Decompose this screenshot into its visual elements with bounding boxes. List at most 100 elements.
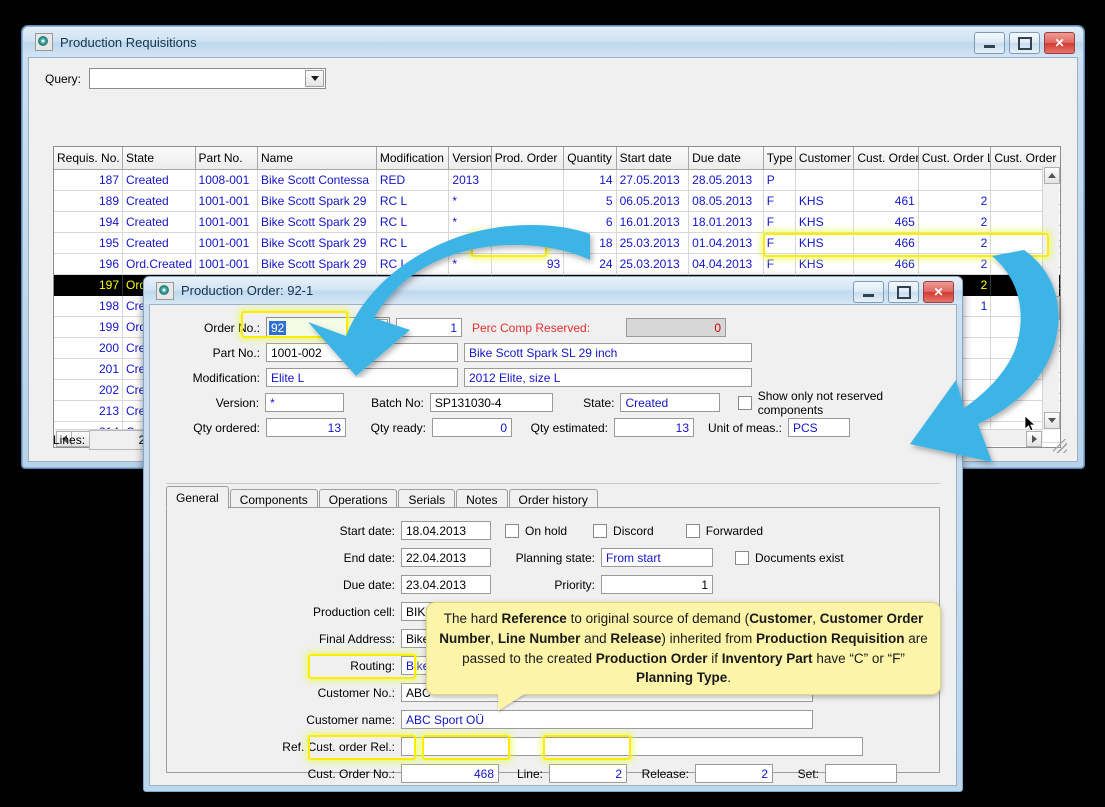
due-date-field[interactable]: 23.04.2013 (401, 575, 491, 594)
unit-of-meas-field[interactable]: PCS (788, 418, 850, 437)
column-header-quantity[interactable]: Quantity (563, 147, 617, 170)
cell-requis: 195 (54, 232, 123, 254)
column-header-state[interactable]: State (122, 147, 196, 170)
cell-prod-order (491, 211, 565, 233)
query-combobox[interactable] (89, 68, 327, 89)
sub-order-field[interactable]: 1 (396, 318, 462, 337)
cell-cust-order-l: 2 (918, 253, 992, 275)
dialog-titlebar[interactable]: Production Order: 92-1 ✕ (144, 277, 962, 304)
cell-start: 25.03.2013 (616, 232, 690, 254)
version-field[interactable]: * (265, 393, 345, 412)
set-field[interactable] (825, 764, 897, 783)
part-no-field[interactable]: 1001-002 (266, 343, 458, 362)
cell-prod-order: 93 (491, 253, 565, 275)
release-field[interactable]: 2 (695, 764, 773, 783)
priority-label: Priority: (554, 577, 595, 592)
qty-ordered-field[interactable]: 13 (266, 418, 346, 437)
column-header-start-date[interactable]: Start date (616, 147, 690, 170)
qty-estimated-field[interactable]: 13 (614, 418, 694, 437)
ref-cust-order-rel-label: Ref. Cust. order Rel.: (282, 739, 395, 754)
chevron-down-icon[interactable] (305, 70, 325, 87)
close-button[interactable]: ✕ (1044, 32, 1075, 54)
forwarded-checkbox[interactable]: Forwarded (685, 523, 763, 538)
modification-description-field[interactable]: 2012 Elite, size L (464, 368, 752, 387)
tab-serials[interactable]: Serials (398, 489, 456, 509)
vscroll-thumb[interactable] (1044, 296, 1060, 320)
main-window-titlebar[interactable]: Production Requisitions ✕ (23, 27, 1083, 57)
cell-customer: KHS (795, 190, 855, 212)
cell-type: F (763, 253, 796, 275)
start-date-field[interactable]: 18.04.2013 (401, 521, 491, 540)
callout-text: The hard Reference to original source of… (439, 611, 928, 686)
column-header-cust-order-l[interactable]: Cust. Order L (918, 147, 992, 170)
part-description-field[interactable]: Bike Scott Spark SL 29 inch (464, 343, 752, 362)
table-row[interactable]: 196 Ord.Created 1001-001 Bike Scott Spark 2… (54, 253, 1060, 275)
start-date-label: Start date: (339, 523, 395, 538)
cell-cust-order: 465 (853, 211, 919, 233)
dialog-title: Production Order: 92-1 (181, 283, 314, 298)
show-only-not-reserved-checkbox[interactable]: Show only not reserved components (737, 389, 950, 417)
dialog-maximize-button[interactable] (888, 281, 919, 303)
scroll-up-icon[interactable] (1044, 167, 1060, 184)
column-header-type[interactable]: Type (763, 147, 796, 170)
column-header-cust-order[interactable]: Cust. Order (853, 147, 919, 170)
on-hold-checkbox[interactable]: On hold (505, 523, 567, 538)
modification-field[interactable]: Elite L (266, 368, 458, 387)
query-row: Query: (45, 68, 327, 89)
table-row[interactable]: 194 Created 1001-001 Bike Scott Spark 29 RC … (54, 211, 1060, 233)
documents-exist-checkbox[interactable]: Documents exist (735, 550, 844, 565)
planning-state-field[interactable]: From start (601, 548, 713, 567)
tab-notes[interactable]: Notes (456, 489, 508, 509)
state-field[interactable]: Created (620, 393, 720, 412)
qty-ready-field[interactable]: 0 (432, 418, 512, 437)
batch-no-field[interactable]: SP131030-4 (429, 393, 553, 412)
column-header-version[interactable]: Version (448, 147, 492, 170)
maximize-button[interactable] (1009, 32, 1040, 54)
end-date-field[interactable]: 22.04.2013 (401, 548, 491, 567)
cell-qty: 14 (563, 169, 617, 191)
column-header-due-date[interactable]: Due date (688, 147, 764, 170)
table-row[interactable]: 187 Created 1008-001 Bike Scott Contessa RED… (54, 169, 1060, 191)
customer-no-label: Customer No.: (317, 685, 395, 700)
column-header-customer[interactable]: Customer (795, 147, 855, 170)
tab-operations[interactable]: Operations (318, 489, 398, 509)
minimize-button[interactable] (974, 32, 1005, 54)
app-icon (35, 33, 53, 51)
column-header-prod-order[interactable]: Prod. Order (491, 147, 565, 170)
ref-cust-order-rel-field[interactable] (401, 737, 863, 756)
grid-vertical-scrollbar[interactable] (1042, 166, 1060, 430)
cust-order-no-field[interactable]: 468 (401, 764, 499, 783)
scroll-down-icon[interactable] (1044, 412, 1060, 429)
column-header-modification[interactable]: Modification (376, 147, 450, 170)
column-header-part-no[interactable]: Part No. (195, 147, 258, 170)
order-no-combobox[interactable]: 92 (266, 317, 390, 338)
customer-name-field[interactable]: ABC Sport OÜ (401, 710, 813, 729)
column-header-name[interactable]: Name (257, 147, 377, 170)
priority-field[interactable]: 1 (601, 575, 713, 594)
cell-requis: 201 (54, 358, 123, 380)
cell-type: F (763, 232, 796, 254)
cell-type: F (763, 190, 796, 212)
part-no-label: Part No.: (212, 345, 260, 360)
cell-requis: 202 (54, 379, 123, 401)
tab-order-history[interactable]: Order history (508, 489, 598, 509)
dialog-window-controls: ✕ (853, 281, 954, 303)
table-row[interactable]: 189 Created 1001-001 Bike Scott Spark 29 RC … (54, 190, 1060, 212)
tab-general[interactable]: General (166, 486, 229, 509)
order-no-chevron-down-icon[interactable] (369, 319, 388, 336)
table-row[interactable]: 195 Created 1001-001 Bike Scott Spark 29 RC … (54, 232, 1060, 254)
cell-cust-order-l: 2 (918, 232, 992, 254)
dialog-minimize-button[interactable] (853, 281, 884, 303)
column-header-requis-no[interactable]: Requis. No. (54, 147, 123, 170)
cell-qty: 18 (563, 232, 617, 254)
cell-prod-order (491, 190, 565, 212)
batch-no-label: Batch No: (371, 395, 424, 410)
resize-grip[interactable] (1053, 439, 1067, 453)
discord-checkbox[interactable]: Discord (593, 523, 654, 538)
cell-customer: KHS (795, 232, 855, 254)
line-field[interactable]: 2 (549, 764, 627, 783)
dialog-close-button[interactable]: ✕ (923, 281, 954, 303)
cell-type: P (763, 169, 796, 191)
cell-qty: 24 (563, 253, 617, 275)
tab-components[interactable]: Components (229, 489, 318, 509)
